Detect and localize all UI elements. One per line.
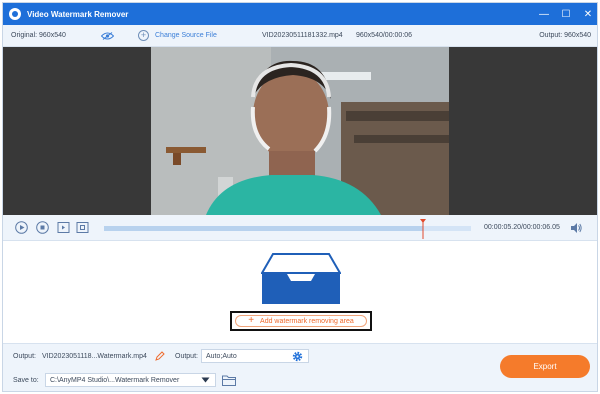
add-watermark-area-button[interactable]: + Add watermark removing area [230, 311, 372, 331]
video-preview [3, 47, 597, 215]
change-source-button[interactable]: + Change Source File [138, 30, 217, 41]
app-logo-icon [9, 8, 21, 20]
stop-button[interactable] [36, 221, 49, 234]
playback-bar: 00:00:05.20/00:00:06.05 [3, 215, 597, 241]
window-controls: — ☐ ✕ [533, 3, 597, 25]
add-watermark-area-pill: + Add watermark removing area [235, 315, 367, 327]
timeline-progress [104, 226, 424, 231]
video-scene [151, 47, 449, 215]
prev-frame-button[interactable] [57, 221, 70, 234]
format-label: Output: [175, 353, 198, 360]
editor-area: + Add watermark removing area [3, 241, 597, 343]
window-title: Video Watermark Remover [27, 9, 129, 19]
play-button[interactable] [15, 221, 28, 234]
prev-frame-icon [57, 222, 70, 233]
file-name: VID20230511181332.mp4 [262, 32, 343, 39]
add-watermark-area-label: Add watermark removing area [260, 317, 354, 325]
resolution-duration: 960x540/00:00:06 [356, 32, 413, 39]
save-path-select[interactable]: C:\AnyMP4 Studio\...Watermark Remover [45, 373, 216, 387]
chevron-down-icon[interactable] [201, 377, 210, 383]
next-frame-button[interactable] [76, 221, 89, 234]
output-label: Output: [13, 353, 36, 360]
video-frame [151, 47, 449, 215]
app-window: Video Watermark Remover — ☐ ✕ Original: … [2, 2, 598, 392]
volume-icon[interactable] [570, 222, 582, 234]
output-resolution: Output: 960x540 [539, 32, 591, 39]
gear-icon[interactable] [292, 351, 303, 362]
export-button[interactable]: Export [500, 355, 590, 378]
output-file-name: VID2023051118...Watermark.mp4 [42, 353, 147, 360]
info-bar: Original: 960x540 + Change Source File V… [3, 25, 597, 47]
save-path-value: C:\AnyMP4 Studio\...Watermark Remover [50, 376, 180, 384]
play-icon [15, 221, 28, 234]
next-frame-icon [76, 222, 89, 233]
title-bar: Video Watermark Remover — ☐ ✕ [3, 3, 597, 25]
change-source-label: Change Source File [155, 32, 217, 39]
plus-icon: + [248, 315, 255, 326]
bottom-panel: Output: VID2023051118...Watermark.mp4 Ou… [3, 343, 597, 391]
save-to-label: Save to: [13, 377, 39, 384]
eye-icon[interactable] [101, 32, 114, 40]
stop-icon [36, 221, 49, 234]
edit-icon[interactable] [155, 351, 165, 361]
playhead-handle[interactable] [420, 219, 427, 239]
timeline-track[interactable] [104, 226, 471, 231]
maximize-button[interactable]: ☐ [555, 3, 577, 25]
close-button[interactable]: ✕ [577, 3, 597, 25]
minimize-button[interactable]: — [533, 3, 555, 25]
original-resolution: Original: 960x540 [11, 32, 66, 39]
plus-circle-icon: + [138, 30, 149, 41]
tray-icon [261, 253, 341, 304]
output-format-value: Auto;Auto [206, 352, 237, 360]
folder-icon[interactable] [222, 375, 236, 386]
timecode: 00:00:05.20/00:00:06.05 [484, 224, 560, 231]
